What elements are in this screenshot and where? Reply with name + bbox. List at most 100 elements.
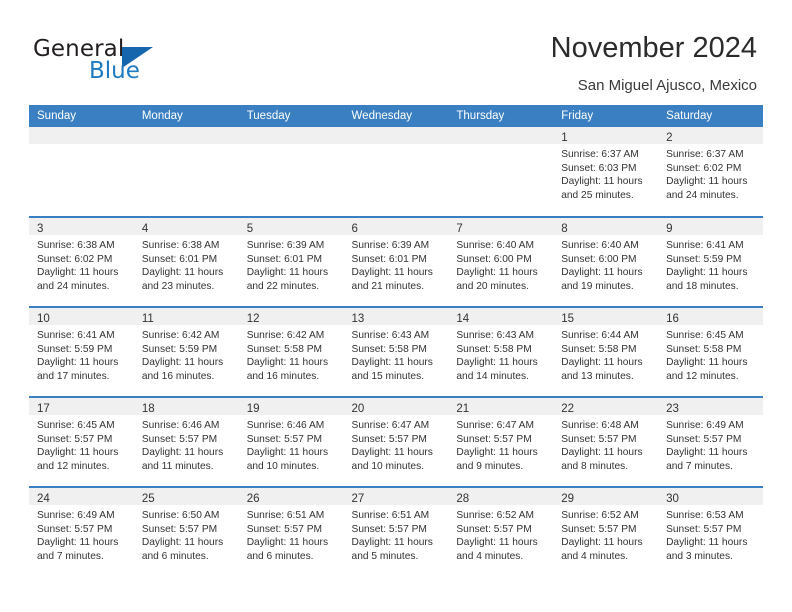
daylight-duration-line2: and 16 minutes.	[141, 370, 215, 382]
day-number-band: 8	[553, 218, 659, 235]
calendar-day-cell[interactable]: 30 Sunrise: 6:53 AM Sunset: 5:57 PM Dayligh…	[658, 486, 763, 577]
day-number-band: 16	[658, 308, 763, 325]
day-cell-content: 11 Sunrise: 6:42 AM Sunset: 5:59 PM Dayligh…	[133, 308, 239, 396]
calendar-day-cell[interactable]	[133, 127, 239, 217]
calendar-day-cell[interactable]: 1 Sunrise: 6:37 AM Sunset: 6:03 PM Daylight…	[553, 127, 659, 217]
calendar-day-cell[interactable]: 12 Sunrise: 6:42 AM Sunset: 5:58 PM Dayligh…	[238, 306, 344, 397]
sunrise-time: Sunrise: 6:39 AM	[246, 240, 325, 251]
day-details: Sunrise: 6:39 AM Sunset: 6:01 PM Daylight:…	[344, 235, 449, 293]
day-number: 28	[456, 493, 470, 505]
day-number: 16	[666, 313, 679, 325]
daylight-duration-line1: Daylight: 11 hours	[666, 357, 748, 369]
day-number-band: 10	[29, 308, 134, 325]
sunset-time: Sunset: 6:00 PM	[456, 253, 532, 265]
day-number: 23	[666, 403, 679, 415]
day-cell-content: 16 Sunrise: 6:45 AM Sunset: 5:58 PM Dayligh…	[658, 308, 763, 396]
calendar-day-cell[interactable]: 10 Sunrise: 6:41 AM Sunset: 5:59 PM Dayligh…	[29, 306, 134, 397]
calendar-day-cell[interactable]: 21 Sunrise: 6:47 AM Sunset: 5:57 PM Dayligh…	[448, 396, 554, 487]
sunset-time: Sunset: 5:57 PM	[456, 523, 532, 535]
calendar-day-cell[interactable]: 18 Sunrise: 6:46 AM Sunset: 5:57 PM Dayligh…	[133, 396, 239, 487]
day-details: Sunrise: 6:41 AM Sunset: 5:59 PM Daylight:…	[29, 325, 134, 383]
calendar-day-cell[interactable]: 23 Sunrise: 6:49 AM Sunset: 5:57 PM Dayligh…	[658, 396, 763, 487]
day-number-band: 24	[29, 488, 134, 505]
sunset-time: Sunset: 5:59 PM	[666, 253, 742, 265]
daylight-duration-line2: and 20 minutes.	[456, 280, 529, 292]
day-number-band	[238, 127, 344, 144]
calendar-day-cell[interactable]	[343, 127, 449, 217]
daylight-duration-line1: Daylight: 11 hours	[37, 267, 119, 279]
daylight-duration-line1: Daylight: 11 hours	[456, 537, 538, 549]
sunrise-time: Sunrise: 6:49 AM	[37, 510, 115, 521]
calendar-day-cell[interactable]: 3 Sunrise: 6:38 AM Sunset: 6:02 PM Daylight…	[29, 216, 134, 307]
calendar-day-cell[interactable]: 25 Sunrise: 6:50 AM Sunset: 5:57 PM Dayligh…	[133, 486, 239, 577]
daylight-duration-line2: and 21 minutes.	[351, 280, 425, 292]
day-cell-content: 30 Sunrise: 6:53 AM Sunset: 5:57 PM Dayligh…	[658, 488, 763, 576]
calendar-day-cell[interactable]: 20 Sunrise: 6:47 AM Sunset: 5:57 PM Dayligh…	[343, 396, 449, 487]
sunset-time: Sunset: 5:57 PM	[666, 523, 742, 535]
day-details: Sunrise: 6:50 AM Sunset: 5:57 PM Daylight:…	[134, 505, 239, 563]
day-cell-content: 3 Sunrise: 6:38 AM Sunset: 6:02 PM Daylight…	[29, 218, 134, 306]
sunset-time: Sunset: 5:57 PM	[37, 523, 113, 535]
day-number-band: 15	[553, 308, 659, 325]
daylight-duration-line2: and 7 minutes.	[666, 460, 733, 472]
calendar-day-cell[interactable]: 14 Sunrise: 6:43 AM Sunset: 5:58 PM Dayligh…	[448, 306, 554, 397]
calendar-day-cell[interactable]: 26 Sunrise: 6:51 AM Sunset: 5:57 PM Dayligh…	[238, 486, 344, 577]
sunrise-time: Sunrise: 6:45 AM	[37, 420, 115, 431]
calendar-day-cell[interactable]: 4 Sunrise: 6:38 AM Sunset: 6:01 PM Daylight…	[133, 216, 239, 307]
sunrise-time: Sunrise: 6:42 AM	[141, 330, 220, 341]
calendar-day-cell[interactable]: 8 Sunrise: 6:40 AM Sunset: 6:00 PM Daylight…	[553, 216, 659, 307]
daylight-duration-line2: and 25 minutes.	[561, 189, 634, 201]
calendar-day-cell[interactable]: 2 Sunrise: 6:37 AM Sunset: 6:02 PM Daylight…	[658, 127, 763, 217]
sunrise-time: Sunrise: 6:39 AM	[351, 240, 430, 251]
calendar-day-cell[interactable]: 11 Sunrise: 6:42 AM Sunset: 5:59 PM Dayligh…	[133, 306, 239, 397]
day-cell-content: 15 Sunrise: 6:44 AM Sunset: 5:58 PM Dayligh…	[553, 308, 659, 396]
daylight-duration-line2: and 14 minutes.	[456, 370, 529, 382]
calendar-day-cell[interactable]: 17 Sunrise: 6:45 AM Sunset: 5:57 PM Dayligh…	[29, 396, 134, 487]
day-number-band: 5	[238, 218, 344, 235]
sunset-time: Sunset: 5:57 PM	[351, 523, 427, 535]
general-blue-logo[interactable]: General Blue	[33, 36, 263, 88]
calendar-day-cell[interactable]: 7 Sunrise: 6:40 AM Sunset: 6:00 PM Daylight…	[448, 216, 554, 307]
calendar-day-cell[interactable]	[448, 127, 554, 217]
daylight-duration-line1: Daylight: 11 hours	[246, 537, 329, 549]
calendar-day-cell[interactable]: 5 Sunrise: 6:39 AM Sunset: 6:01 PM Daylight…	[238, 216, 344, 307]
daylight-duration-line1: Daylight: 11 hours	[351, 357, 433, 369]
calendar-day-cell[interactable]: 28 Sunrise: 6:52 AM Sunset: 5:57 PM Dayligh…	[448, 486, 554, 577]
day-number: 4	[141, 223, 149, 235]
calendar-day-cell[interactable]: 22 Sunrise: 6:48 AM Sunset: 5:57 PM Dayligh…	[553, 396, 659, 487]
sunset-time: Sunset: 5:59 PM	[141, 343, 218, 355]
daylight-duration-line1: Daylight: 11 hours	[561, 447, 643, 459]
daylight-duration-line1: Daylight: 11 hours	[37, 447, 119, 459]
sunrise-time: Sunrise: 6:40 AM	[456, 240, 534, 251]
calendar-day-cell[interactable]: 9 Sunrise: 6:41 AM Sunset: 5:59 PM Daylight…	[658, 216, 763, 307]
calendar-day-cell[interactable]: 6 Sunrise: 6:39 AM Sunset: 6:01 PM Daylight…	[343, 216, 449, 307]
calendar-day-cell[interactable]: 24 Sunrise: 6:49 AM Sunset: 5:57 PM Dayligh…	[29, 486, 134, 577]
daylight-duration-line1: Daylight: 11 hours	[561, 176, 643, 188]
calendar-day-cell[interactable]: 19 Sunrise: 6:46 AM Sunset: 5:57 PM Dayligh…	[238, 396, 344, 487]
day-details: Sunrise: 6:38 AM Sunset: 6:02 PM Daylight:…	[29, 235, 134, 293]
day-number: 19	[246, 403, 260, 415]
weekday-header-thursday: Thursday	[448, 105, 554, 127]
calendar-day-cell[interactable]: 15 Sunrise: 6:44 AM Sunset: 5:58 PM Dayligh…	[553, 306, 659, 397]
calendar-day-cell[interactable]	[238, 127, 344, 217]
daylight-duration-line2: and 4 minutes.	[561, 550, 629, 562]
day-number-band: 23	[658, 398, 763, 415]
daylight-duration-line2: and 24 minutes.	[37, 280, 110, 292]
calendar-day-cell[interactable]	[29, 127, 134, 217]
calendar-day-cell[interactable]: 16 Sunrise: 6:45 AM Sunset: 5:58 PM Dayligh…	[658, 306, 763, 397]
day-number: 3	[37, 223, 44, 235]
calendar-day-cell[interactable]: 29 Sunrise: 6:52 AM Sunset: 5:57 PM Dayligh…	[553, 486, 659, 577]
day-number: 29	[561, 493, 575, 505]
day-details: Sunrise: 6:43 AM Sunset: 5:58 PM Daylight:…	[448, 325, 553, 383]
daylight-duration-line1: Daylight: 11 hours	[351, 267, 433, 279]
sunset-time: Sunset: 5:58 PM	[456, 343, 532, 355]
day-cell-empty	[448, 127, 554, 215]
day-details: Sunrise: 6:45 AM Sunset: 5:58 PM Daylight:…	[658, 325, 763, 383]
sunset-time: Sunset: 6:01 PM	[141, 253, 218, 265]
day-number-band	[343, 127, 449, 144]
calendar-day-cell[interactable]: 13 Sunrise: 6:43 AM Sunset: 5:58 PM Dayligh…	[343, 306, 449, 397]
sunset-time: Sunset: 5:58 PM	[246, 343, 323, 355]
daylight-duration-line2: and 5 minutes.	[351, 550, 419, 562]
day-number-band	[133, 127, 239, 144]
calendar-day-cell[interactable]: 27 Sunrise: 6:51 AM Sunset: 5:57 PM Dayligh…	[343, 486, 449, 577]
